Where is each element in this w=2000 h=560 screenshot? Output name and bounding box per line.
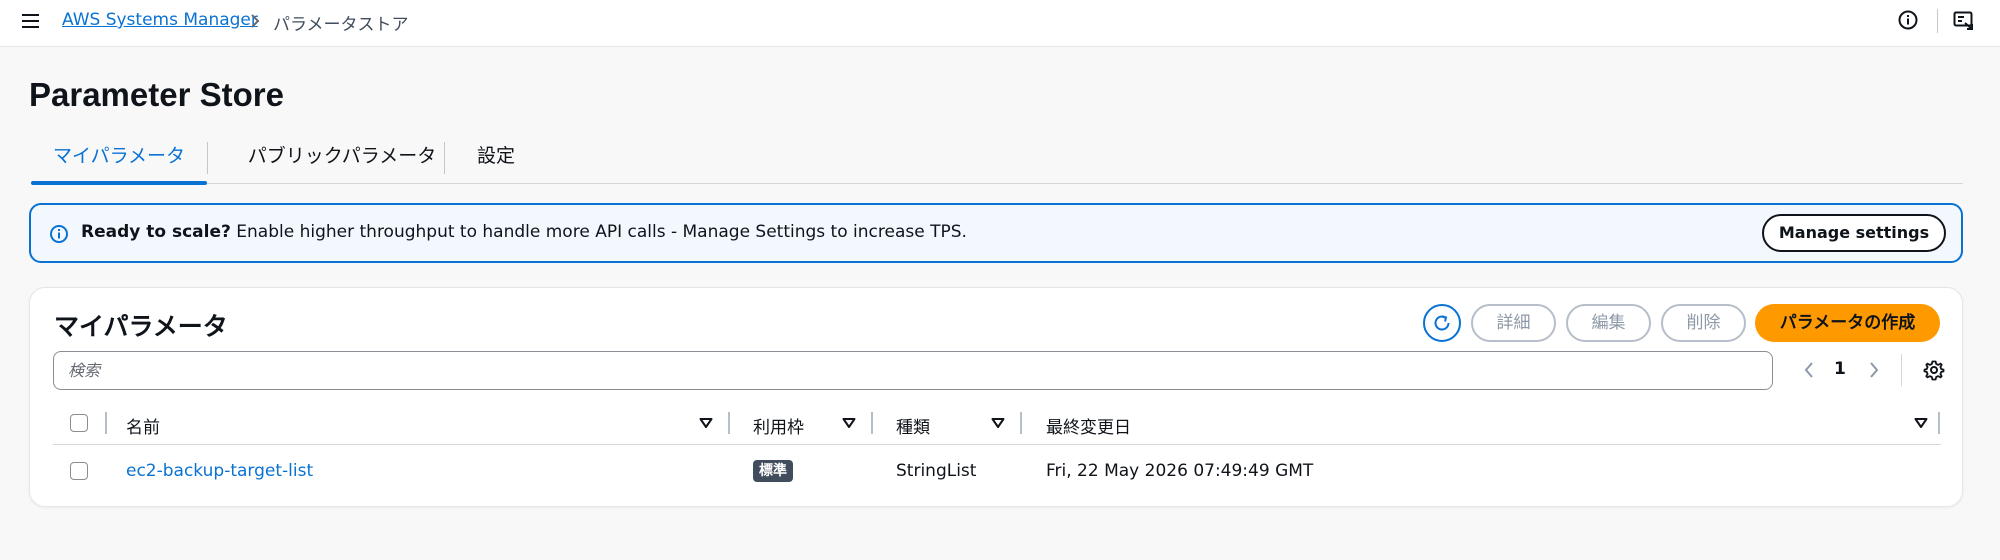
parameter-name-link[interactable]: ec2-backup-target-list	[126, 461, 313, 481]
info-icon	[49, 224, 69, 244]
column-divider	[728, 412, 730, 434]
tab-my-parameters[interactable]: マイパラメータ	[31, 132, 207, 185]
tab-divider	[444, 142, 445, 174]
page-title: Parameter Store	[29, 76, 284, 113]
pagination-page-1[interactable]: 1	[1834, 359, 1846, 379]
select-all-checkbox[interactable]	[70, 414, 88, 432]
column-header-name[interactable]: 名前	[126, 413, 160, 438]
top-navigation-bar: AWS Systems Manager パラメータストア	[0, 0, 2000, 47]
refresh-icon	[1434, 315, 1450, 331]
delete-button[interactable]: 削除	[1661, 304, 1746, 342]
pagination-divider	[1901, 354, 1902, 386]
alert-body-text: Enable higher throughput to handle more …	[230, 222, 967, 242]
table-row: ec2-backup-target-list 標準 StringList Fri…	[53, 446, 1941, 498]
manage-settings-button[interactable]: Manage settings	[1762, 214, 1946, 252]
alert-message: Ready to scale? Enable higher throughput…	[81, 222, 967, 242]
chevron-left-icon[interactable]	[1801, 360, 1817, 380]
sort-caret-icon[interactable]	[842, 417, 856, 429]
tab-divider	[207, 142, 208, 174]
tab-public-parameters[interactable]: パブリックパラメータ	[227, 132, 457, 183]
info-icon[interactable]	[1897, 9, 1919, 31]
sort-caret-icon[interactable]	[699, 417, 713, 429]
parameters-table-panel: マイパラメータ 詳細 編集 削除 パラメータの作成 1 名前	[29, 287, 1963, 507]
menu-icon[interactable]	[20, 10, 42, 32]
column-divider	[105, 412, 107, 434]
table-panel-title: マイパラメータ	[54, 312, 228, 341]
edit-button[interactable]: 編集	[1566, 304, 1651, 342]
info-alert: Ready to scale? Enable higher throughput…	[29, 203, 1963, 263]
chevron-right-icon[interactable]	[1866, 360, 1882, 380]
screen-icon[interactable]	[1952, 9, 1976, 33]
chevron-right-icon	[248, 13, 262, 29]
row-select-checkbox[interactable]	[70, 462, 88, 480]
last-modified-date: Fri, 22 May 2026 07:49:49 GMT	[1046, 461, 1314, 481]
topbar-divider	[1937, 9, 1938, 33]
sort-caret-icon[interactable]	[991, 417, 1005, 429]
tab-settings[interactable]: 設定	[461, 132, 531, 183]
details-button[interactable]: 詳細	[1471, 304, 1556, 342]
refresh-button[interactable]	[1423, 304, 1461, 342]
breadcrumb-systems-manager-link[interactable]: AWS Systems Manager	[62, 10, 258, 30]
column-header-last-modified[interactable]: 最終変更日	[1046, 413, 1131, 438]
column-divider	[1938, 412, 1940, 434]
breadcrumb-current-page: パラメータストア	[273, 15, 409, 35]
sort-caret-icon[interactable]	[1914, 417, 1928, 429]
tab-list: マイパラメータ パブリックパラメータ 設定	[31, 132, 1963, 185]
column-header-type[interactable]: 種類	[896, 413, 930, 438]
column-divider	[1020, 412, 1022, 434]
create-parameter-button[interactable]: パラメータの作成	[1755, 304, 1940, 342]
tier-badge: 標準	[753, 460, 793, 482]
table-header-row: 名前 利用枠 種類 最終変更日	[53, 403, 1941, 445]
settings-gear-icon[interactable]	[1923, 359, 1945, 381]
search-input[interactable]	[53, 351, 1773, 390]
alert-bold-heading: Ready to scale?	[81, 222, 231, 242]
column-header-tier[interactable]: 利用枠	[753, 413, 804, 438]
column-divider	[871, 412, 873, 434]
parameter-type: StringList	[896, 461, 977, 481]
